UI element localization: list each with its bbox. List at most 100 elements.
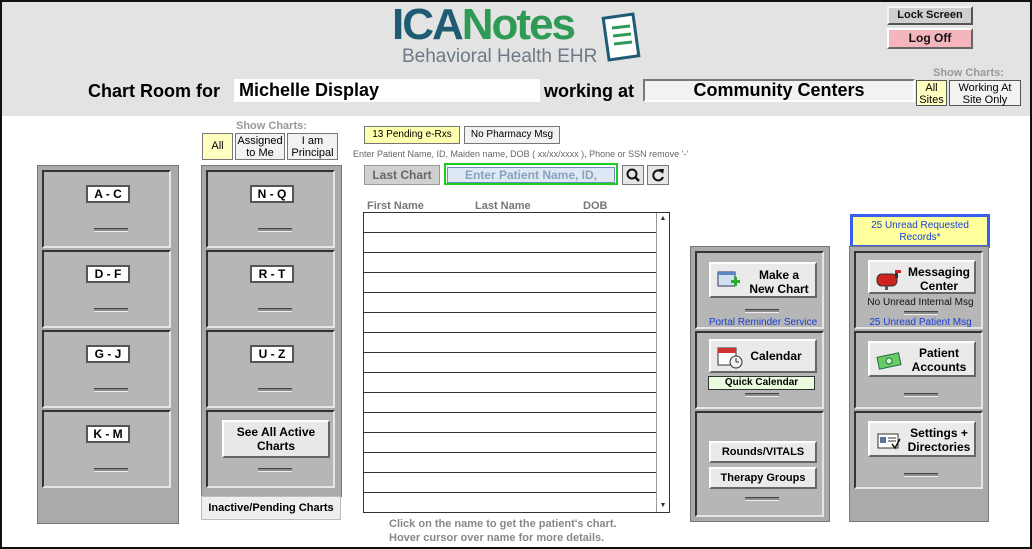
table-row[interactable] <box>364 353 658 373</box>
patient-search-input[interactable] <box>447 167 615 183</box>
drawer-r-t[interactable]: R - T <box>206 250 335 328</box>
drawer-a-c[interactable]: A - C <box>42 170 171 248</box>
no-pharmacy-msg-button[interactable]: No Pharmacy Msg <box>464 126 560 144</box>
search-field-wrapper <box>444 163 618 185</box>
filter-principal-button[interactable]: I am Principal <box>287 133 338 160</box>
table-row[interactable] <box>364 413 658 433</box>
drawer-label: R - T <box>250 265 294 283</box>
drawer-settings: Settings + Directories <box>854 411 983 489</box>
refresh-button[interactable] <box>647 165 669 185</box>
table-row[interactable] <box>364 293 658 313</box>
patient-list[interactable]: ▲ ▼ <box>363 212 670 513</box>
table-row[interactable] <box>364 233 658 253</box>
inactive-pending-charts-button[interactable]: Inactive/Pending Charts <box>201 496 341 520</box>
file-cabinet-left: A - C D - F G - J K - M <box>37 165 179 524</box>
search-instructions: Enter Patient Name, ID, Maiden name, DOB… <box>353 149 689 159</box>
drawer-label: D - F <box>86 265 130 283</box>
calendar-button[interactable]: Calendar <box>709 339 817 373</box>
money-icon <box>876 352 902 370</box>
table-row[interactable] <box>364 213 658 233</box>
show-charts-filter-label: Show Charts: <box>236 120 307 132</box>
unread-patient-msg-link[interactable]: 25 Unread Patient Msg <box>856 317 985 328</box>
list-help-text: Click on the name to get the patient's c… <box>389 518 617 544</box>
drawer-k-m[interactable]: K - M <box>42 410 171 488</box>
table-row[interactable] <box>364 453 658 473</box>
table-row[interactable] <box>364 433 658 453</box>
drawer-handle <box>94 468 128 472</box>
drawer-d-f[interactable]: D - F <box>42 250 171 328</box>
drawer-label: K - M <box>86 425 130 443</box>
filter-all-button[interactable]: All <box>202 133 233 160</box>
make-new-chart-button[interactable]: Make a New Chart <box>709 262 817 298</box>
drawer-g-j[interactable]: G - J <box>42 330 171 408</box>
drawer-n-q[interactable]: N - Q <box>206 170 335 248</box>
table-row[interactable] <box>364 333 658 353</box>
document-icon <box>601 12 641 62</box>
scroll-down-icon[interactable]: ▼ <box>657 500 669 512</box>
user-name-display: Michelle Display <box>234 79 540 102</box>
drawer-label: N - Q <box>250 185 294 203</box>
header: ICANotes Behavioral Health EHR Lock Scre… <box>2 0 1030 116</box>
drawer-handle <box>904 393 938 397</box>
working-at-site-only-button[interactable]: Working At Site Only <box>949 80 1021 106</box>
drawer-rounds: Rounds/VITALS Therapy Groups <box>695 411 824 517</box>
pending-erx-button[interactable]: 13 Pending e-Rxs <box>364 126 460 144</box>
list-scrollbar[interactable]: ▲ ▼ <box>656 213 669 512</box>
action-cabinet-right: Messaging Center No Unread Internal Msg … <box>849 246 989 522</box>
drawer-handle <box>904 311 938 315</box>
quick-calendar-button[interactable]: Quick Calendar <box>708 376 815 390</box>
file-cabinet-right: N - Q R - T U - Z See All Active Charts <box>201 165 342 497</box>
table-row[interactable] <box>364 273 658 293</box>
mailbox-icon <box>876 270 901 290</box>
table-row[interactable] <box>364 473 658 493</box>
icanotes-logo: ICANotes Behavioral Health EHR <box>392 0 642 68</box>
drawer-handle <box>94 228 128 232</box>
drawer-handle <box>94 388 128 392</box>
portal-reminder-link[interactable]: Portal Reminder Service <box>701 317 825 328</box>
drawer-handle <box>745 393 779 397</box>
col-first-name: First Name <box>367 200 424 212</box>
search-icon <box>626 168 640 182</box>
therapy-groups-button[interactable]: Therapy Groups <box>709 467 817 489</box>
drawer-label: G - J <box>86 345 130 363</box>
show-charts-label: Show Charts: <box>933 67 1004 79</box>
drawer-handle <box>258 388 292 392</box>
unread-requested-records-badge[interactable]: 25 Unread Requested Records* <box>850 214 990 248</box>
working-at-label: working at <box>544 81 635 101</box>
rounds-vitals-button[interactable]: Rounds/VITALS <box>709 441 817 463</box>
drawer-calendar: Calendar <box>695 331 824 409</box>
all-sites-button[interactable]: All Sites <box>916 80 947 106</box>
table-row[interactable] <box>364 253 658 273</box>
drawer-handle <box>745 497 779 501</box>
table-row[interactable] <box>364 313 658 333</box>
drawer-u-z[interactable]: U - Z <box>206 330 335 408</box>
see-all-active-charts-button[interactable]: See All Active Charts <box>222 420 330 458</box>
filter-assigned-button[interactable]: Assigned to Me <box>235 133 285 160</box>
new-chart-icon <box>717 271 740 287</box>
site-select[interactable]: Community Centers <box>643 79 915 102</box>
drawer-accounts: Patient Accounts <box>854 331 983 409</box>
drawer-handle <box>904 473 938 477</box>
last-chart-button[interactable]: Last Chart <box>364 165 440 185</box>
log-off-button[interactable]: Log Off <box>887 28 973 49</box>
patient-accounts-button[interactable]: Patient Accounts <box>868 341 976 377</box>
drawer-handle <box>258 228 292 232</box>
drawer-messaging: Messaging Center No Unread Internal Msg … <box>854 251 983 329</box>
logo-subtitle: Behavioral Health EHR <box>402 46 598 67</box>
table-row[interactable] <box>364 373 658 393</box>
search-button[interactable] <box>622 165 644 185</box>
drawer-new-chart: Make a New Chart Portal Reminder Service <box>695 251 824 329</box>
settings-directories-button[interactable]: Settings + Directories <box>868 421 976 457</box>
scroll-up-icon[interactable]: ▲ <box>657 213 669 225</box>
calendar-icon <box>717 347 743 369</box>
drawer-handle <box>745 309 779 313</box>
drawer-see-all: See All Active Charts <box>206 410 335 488</box>
no-unread-internal-msg: No Unread Internal Msg <box>867 297 974 308</box>
lock-screen-button[interactable]: Lock Screen <box>887 6 973 25</box>
drawer-label: U - Z <box>250 345 294 363</box>
drawer-label: A - C <box>86 185 130 203</box>
table-row[interactable] <box>364 493 658 513</box>
drawer-handle <box>94 308 128 312</box>
messaging-center-button[interactable]: Messaging Center <box>868 260 976 294</box>
table-row[interactable] <box>364 393 658 413</box>
